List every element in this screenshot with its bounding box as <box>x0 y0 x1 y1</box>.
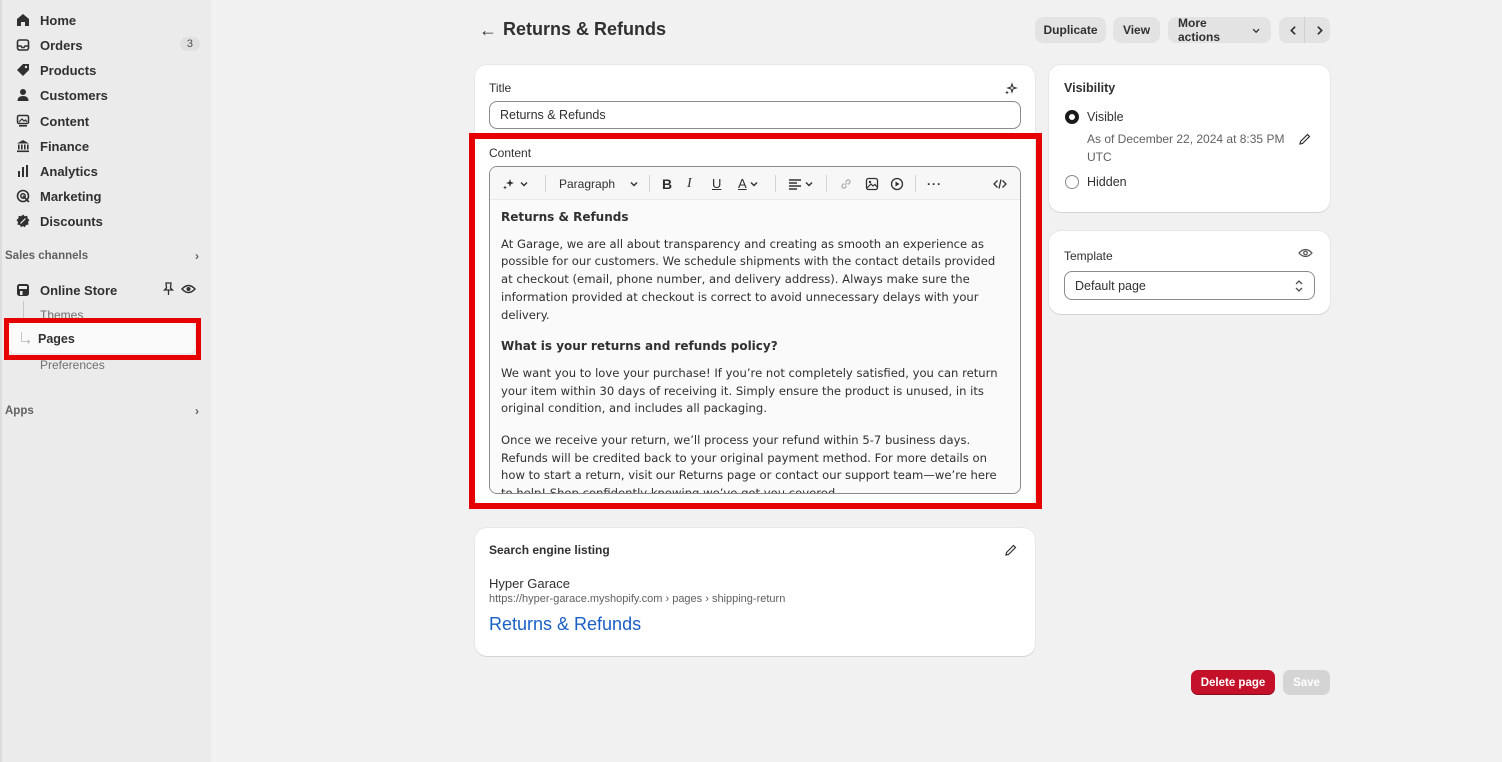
pin-icon[interactable] <box>162 282 175 299</box>
sidebar-item-label: Discounts <box>40 213 103 229</box>
title-label: Title <box>489 81 512 95</box>
eye-icon[interactable] <box>181 283 196 298</box>
apps-label: Apps <box>5 405 34 417</box>
edit-pencil-icon[interactable] <box>1298 132 1312 149</box>
sidebar-item-marketing[interactable]: Marketing <box>16 185 200 207</box>
eye-icon[interactable] <box>1298 247 1313 262</box>
sidebar-item-content[interactable]: Content <box>16 110 200 132</box>
title-input[interactable]: Returns & Refunds <box>489 101 1021 129</box>
sales-channels-label: Sales channels <box>5 250 89 262</box>
sidebar-item-analytics[interactable]: Analytics <box>16 160 200 182</box>
sidebar-item-label: Analytics <box>40 163 98 179</box>
seo-title: Returns & Refunds <box>489 614 642 634</box>
sidebar-item-customers[interactable]: Customers <box>16 84 200 106</box>
template-label: Template <box>1064 249 1113 263</box>
pagination-buttons <box>1279 17 1330 43</box>
sidebar-item-preferences[interactable]: Preferences <box>40 358 105 372</box>
seo-site-name: Hyper Garace <box>489 576 570 591</box>
sidebar-item-label: Marketing <box>40 188 102 204</box>
sidebar-item-label: Online Store <box>40 282 118 298</box>
previous-icon[interactable] <box>1279 25 1304 36</box>
sidebar-item-label: Finance <box>40 138 90 154</box>
sales-channels-header[interactable]: Sales channels › <box>5 247 201 265</box>
template-value: Default page <box>1075 278 1146 293</box>
sidebar-item-label: Customers <box>40 87 108 103</box>
delete-page-button[interactable]: Delete page <box>1191 670 1275 695</box>
more-actions-button[interactable]: More actions <box>1168 16 1271 44</box>
more-actions-label: More actions <box>1178 16 1221 44</box>
visible-radio[interactable] <box>1065 110 1079 124</box>
sidebar-item-orders[interactable]: Orders 3 <box>16 34 200 56</box>
save-button[interactable]: Save <box>1283 670 1330 695</box>
sidebar: Home Orders 3 Products Customers Content… <box>0 0 211 762</box>
visibility-label: Visibility <box>1064 81 1116 95</box>
next-icon[interactable] <box>1305 25 1330 36</box>
sidebar-item-finance[interactable]: Finance <box>16 135 200 157</box>
target-icon <box>16 189 30 203</box>
home-icon <box>16 13 30 27</box>
page-title: Returns & Refunds <box>503 19 667 39</box>
sparkle-icon[interactable] <box>1004 82 1018 99</box>
edit-pencil-icon[interactable] <box>1004 543 1018 560</box>
hidden-radio[interactable] <box>1065 175 1079 189</box>
tag-icon <box>16 63 30 77</box>
orders-count-badge: 3 <box>179 37 200 51</box>
pages-highlight-box <box>4 318 201 360</box>
inbox-icon <box>16 38 30 52</box>
sidebar-item-products[interactable]: Products <box>16 59 200 81</box>
content-highlight-box <box>469 133 1042 509</box>
chevron-right-icon: › <box>195 249 199 263</box>
view-button[interactable]: View <box>1113 17 1160 43</box>
bar-chart-icon <box>16 164 30 178</box>
visible-label: Visible <box>1087 110 1124 124</box>
sidebar-item-discounts[interactable]: Discounts <box>16 210 200 232</box>
back-arrow-icon[interactable]: ← <box>479 20 497 41</box>
sidebar-item-home[interactable]: Home <box>16 9 200 31</box>
sidebar-item-label: Orders <box>40 37 83 53</box>
duplicate-button[interactable]: Duplicate <box>1035 17 1106 43</box>
select-updown-icon <box>1295 280 1303 292</box>
hidden-label: Hidden <box>1087 175 1127 189</box>
chevron-right-icon: › <box>195 404 199 418</box>
chevron-down-icon <box>1252 28 1260 33</box>
seo-label: Search engine listing <box>489 543 610 557</box>
sidebar-item-label: Home <box>40 12 77 28</box>
store-icon <box>16 283 30 297</box>
sidebar-item-label: Products <box>40 62 97 78</box>
apps-header[interactable]: Apps › <box>5 402 201 420</box>
visibility-date: As of December 22, 2024 at 8:35 PM UTC <box>1087 132 1285 164</box>
seo-url: https://hyper-garace.myshopify.com › pag… <box>489 593 786 605</box>
image-icon <box>16 114 30 128</box>
sidebar-item-label: Content <box>40 113 90 129</box>
person-icon <box>16 88 30 102</box>
template-select[interactable]: Default page <box>1064 271 1315 300</box>
discount-icon <box>16 214 30 228</box>
bank-icon <box>16 139 30 153</box>
